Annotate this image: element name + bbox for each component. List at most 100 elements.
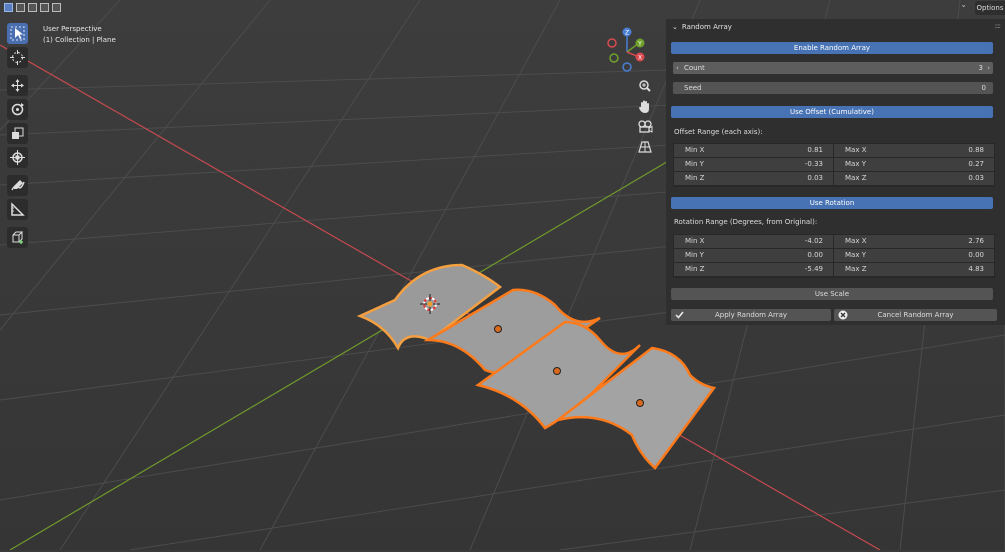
annotate-tool-button[interactable] <box>7 175 28 196</box>
checkmark-icon <box>675 310 684 323</box>
offset-max-z-field[interactable]: Max Z 0.03 <box>834 172 994 185</box>
rotation-max-y-label: Max Y <box>845 251 866 259</box>
rotation-min-z-field[interactable]: Min Z -5.49 <box>674 263 833 276</box>
select-subtract-icon[interactable] <box>28 3 37 12</box>
count-value: 3 <box>978 64 983 72</box>
navigation-gizmo[interactable]: Z Y X <box>604 25 650 75</box>
select-tool-button[interactable] <box>7 23 28 44</box>
rotation-max-y-field[interactable]: Max Y 0.00 <box>834 249 994 262</box>
rotation-min-y-field[interactable]: Min Y 0.00 <box>674 249 833 262</box>
cancel-random-array-button[interactable]: Cancel Random Array <box>834 309 997 321</box>
cursor-arrow-icon <box>10 26 25 41</box>
count-label: Count <box>684 64 705 72</box>
grid-perspective-icon <box>638 141 652 153</box>
offset-min-z-field[interactable]: Min Z 0.03 <box>674 172 833 185</box>
axis-gizmo-icon: Z Y X <box>607 27 645 72</box>
move-tool-button[interactable] <box>7 75 28 96</box>
offset-min-x-label: Min X <box>685 146 705 154</box>
measure-ruler-icon <box>11 202 25 216</box>
camera-view-button[interactable] <box>636 118 654 136</box>
rotation-max-y-value: 0.00 <box>968 251 984 259</box>
rotation-min-x-label: Min X <box>685 237 705 245</box>
count-field[interactable]: ‹ Count 3 › <box>673 62 993 74</box>
offset-max-x-label: Max X <box>845 146 867 154</box>
random-array-panel: ⌄ Random Array :::: Enable Random Array ‹… <box>666 19 1005 325</box>
panel-header[interactable]: ⌄ Random Array <box>672 23 732 31</box>
chevron-down-icon[interactable]: ⌄ <box>960 0 967 9</box>
navigation-buttons <box>636 78 654 158</box>
drag-grip-icon[interactable]: :::: <box>995 22 1002 30</box>
perspective-toggle-button[interactable] <box>636 138 654 156</box>
add-cube-icon <box>12 231 24 244</box>
hand-icon <box>639 100 649 113</box>
scale-tool-button[interactable] <box>7 123 28 144</box>
rotation-min-z-value: -5.49 <box>804 265 823 273</box>
seed-label: Seed <box>684 84 702 92</box>
cancel-label: Cancel Random Array <box>877 311 954 319</box>
offset-min-y-field[interactable]: Min Y -0.33 <box>674 158 833 171</box>
rotation-max-x-value: 2.76 <box>968 237 984 245</box>
offset-min-y-value: -0.33 <box>804 160 823 168</box>
offset-max-y-label: Max Y <box>845 160 866 168</box>
crosshair-cursor-icon <box>10 50 25 65</box>
rotation-max-z-field[interactable]: Max Z 4.83 <box>834 263 994 276</box>
rotation-min-y-label: Min Y <box>685 251 704 259</box>
select-new-icon[interactable] <box>4 3 13 12</box>
add-cube-tool-button[interactable] <box>7 227 28 248</box>
rotation-max-x-label: Max X <box>845 237 867 245</box>
select-invert-icon[interactable] <box>40 3 49 12</box>
apply-random-array-button[interactable]: Apply Random Array <box>671 309 831 321</box>
move-icon <box>11 79 24 92</box>
view-name: User Perspective <box>43 25 102 33</box>
rotation-min-x-field[interactable]: Min X -4.02 <box>674 235 833 248</box>
rotation-max-x-field[interactable]: Max X 2.76 <box>834 235 994 248</box>
collection-info: (1) Collection | Plane <box>43 36 116 44</box>
enable-random-array-toggle[interactable]: Enable Random Array <box>671 42 993 54</box>
offset-min-x-field[interactable]: Min X 0.81 <box>674 144 833 157</box>
rotation-min-z-label: Min Z <box>685 265 705 273</box>
scale-icon <box>12 127 24 139</box>
gizmo-x-label: X <box>638 55 642 62</box>
seed-value: 0 <box>981 84 986 92</box>
rotate-icon <box>11 103 24 116</box>
seed-field[interactable]: Seed 0 <box>673 82 993 94</box>
rotation-max-z-value: 4.83 <box>968 265 984 273</box>
rotation-range-label: Rotation Range (Degrees, from Original): <box>674 218 818 226</box>
annotate-pen-icon <box>11 180 25 191</box>
zoom-button[interactable] <box>636 78 654 96</box>
offset-min-z-value: 0.03 <box>807 174 823 182</box>
cancel-x-icon <box>838 310 848 324</box>
select-intersect-icon[interactable] <box>52 3 61 12</box>
rotation-min-x-value: -4.02 <box>804 237 823 245</box>
measure-tool-button[interactable] <box>7 199 28 220</box>
gizmo-z-label: Z <box>625 30 629 37</box>
offset-max-y-value: 0.27 <box>968 160 984 168</box>
offset-min-x-value: 0.81 <box>807 146 823 154</box>
offset-max-y-field[interactable]: Max Y 0.27 <box>834 158 994 171</box>
offset-max-z-label: Max Z <box>845 174 867 182</box>
offset-min-y-label: Min Y <box>685 160 704 168</box>
cursor-tool-button[interactable] <box>7 47 28 68</box>
chevron-right-icon[interactable]: › <box>987 62 990 74</box>
use-scale-toggle[interactable]: Use Scale <box>671 288 993 300</box>
rotate-tool-button[interactable] <box>7 99 28 120</box>
apply-label: Apply Random Array <box>714 311 788 319</box>
pan-button[interactable] <box>636 98 654 116</box>
transform-tool-button[interactable] <box>7 147 28 168</box>
rotation-max-z-label: Max Z <box>845 265 867 273</box>
zoom-magnifier-icon <box>639 80 651 92</box>
chevron-left-icon[interactable]: ‹ <box>676 62 679 74</box>
select-mode-icons[interactable] <box>4 3 61 12</box>
viewport-info: User Perspective (1) Collection | Plane <box>43 24 116 46</box>
gizmo-y-label: Y <box>637 41 642 48</box>
chevron-down-icon[interactable]: ⌄ <box>672 23 678 31</box>
use-rotation-toggle[interactable]: Use Rotation <box>671 197 993 209</box>
select-extend-icon[interactable] <box>16 3 25 12</box>
options-button[interactable]: Options <box>975 1 1005 15</box>
panel-title: Random Array <box>681 23 732 31</box>
offset-max-x-field[interactable]: Max X 0.88 <box>834 144 994 157</box>
camera-icon <box>638 120 653 133</box>
tool-shelf <box>7 23 29 251</box>
offset-range-label: Offset Range (each axis): <box>674 128 763 136</box>
use-offset-toggle[interactable]: Use Offset (Cumulative) <box>671 106 993 118</box>
